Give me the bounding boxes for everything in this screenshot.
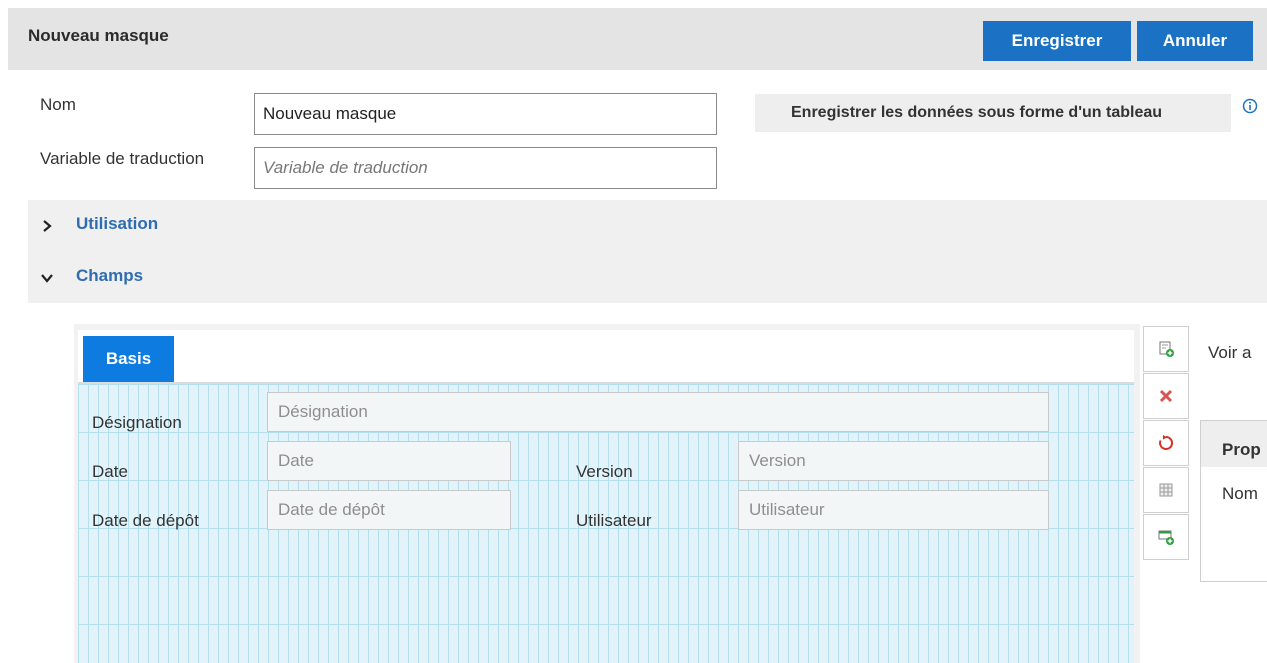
add-field-button[interactable] xyxy=(1143,326,1189,372)
version-label: Version xyxy=(576,462,633,481)
user-label: Utilisateur xyxy=(576,511,652,530)
properties-header-label: Prop xyxy=(1222,440,1261,459)
name-label: Nom xyxy=(40,95,76,114)
info-icon[interactable] xyxy=(1242,98,1258,114)
section-utilisation-label: Utilisation xyxy=(76,214,159,233)
designation-field[interactable] xyxy=(267,392,1049,432)
page-title: Nouveau masque xyxy=(28,26,169,45)
user-field[interactable] xyxy=(738,490,1049,530)
add-row-button[interactable] xyxy=(1143,514,1189,560)
reset-button[interactable] xyxy=(1143,420,1189,466)
deposit-date-field[interactable] xyxy=(267,490,511,530)
grid-button[interactable] xyxy=(1143,467,1189,513)
translation-input[interactable] xyxy=(254,147,717,189)
deposit-date-label: Date de dépôt xyxy=(92,511,199,530)
section-champs[interactable]: Champs xyxy=(40,266,240,292)
view-label[interactable]: Voir a xyxy=(1208,343,1251,363)
save-as-table-button[interactable]: Enregistrer les données sous forme d'un … xyxy=(755,94,1231,132)
version-field[interactable] xyxy=(738,441,1049,481)
delete-button[interactable] xyxy=(1143,373,1189,419)
grid-icon xyxy=(1159,483,1173,497)
property-name-row: Nom xyxy=(1222,484,1258,503)
add-field-icon xyxy=(1159,341,1174,357)
date-label: Date xyxy=(92,462,128,481)
date-field[interactable] xyxy=(267,441,511,481)
reset-icon xyxy=(1159,435,1174,450)
chevron-down-icon xyxy=(41,274,53,283)
app-root: Nouveau masque Enregistrer Annuler Nom V… xyxy=(0,0,1267,663)
tab-bar xyxy=(78,330,1134,384)
name-input[interactable] xyxy=(254,93,717,135)
chevron-right-icon xyxy=(43,220,52,232)
designation-label: Désignation xyxy=(92,413,182,432)
section-utilisation[interactable]: Utilisation xyxy=(40,214,240,240)
translation-label: Variable de traduction xyxy=(40,149,205,168)
section-champs-label: Champs xyxy=(76,266,144,285)
delete-icon xyxy=(1159,389,1173,403)
add-row-icon xyxy=(1158,530,1174,545)
save-button[interactable]: Enregistrer xyxy=(983,21,1131,61)
cancel-button[interactable]: Annuler xyxy=(1137,21,1253,61)
tab-basis[interactable]: Basis xyxy=(83,336,174,382)
